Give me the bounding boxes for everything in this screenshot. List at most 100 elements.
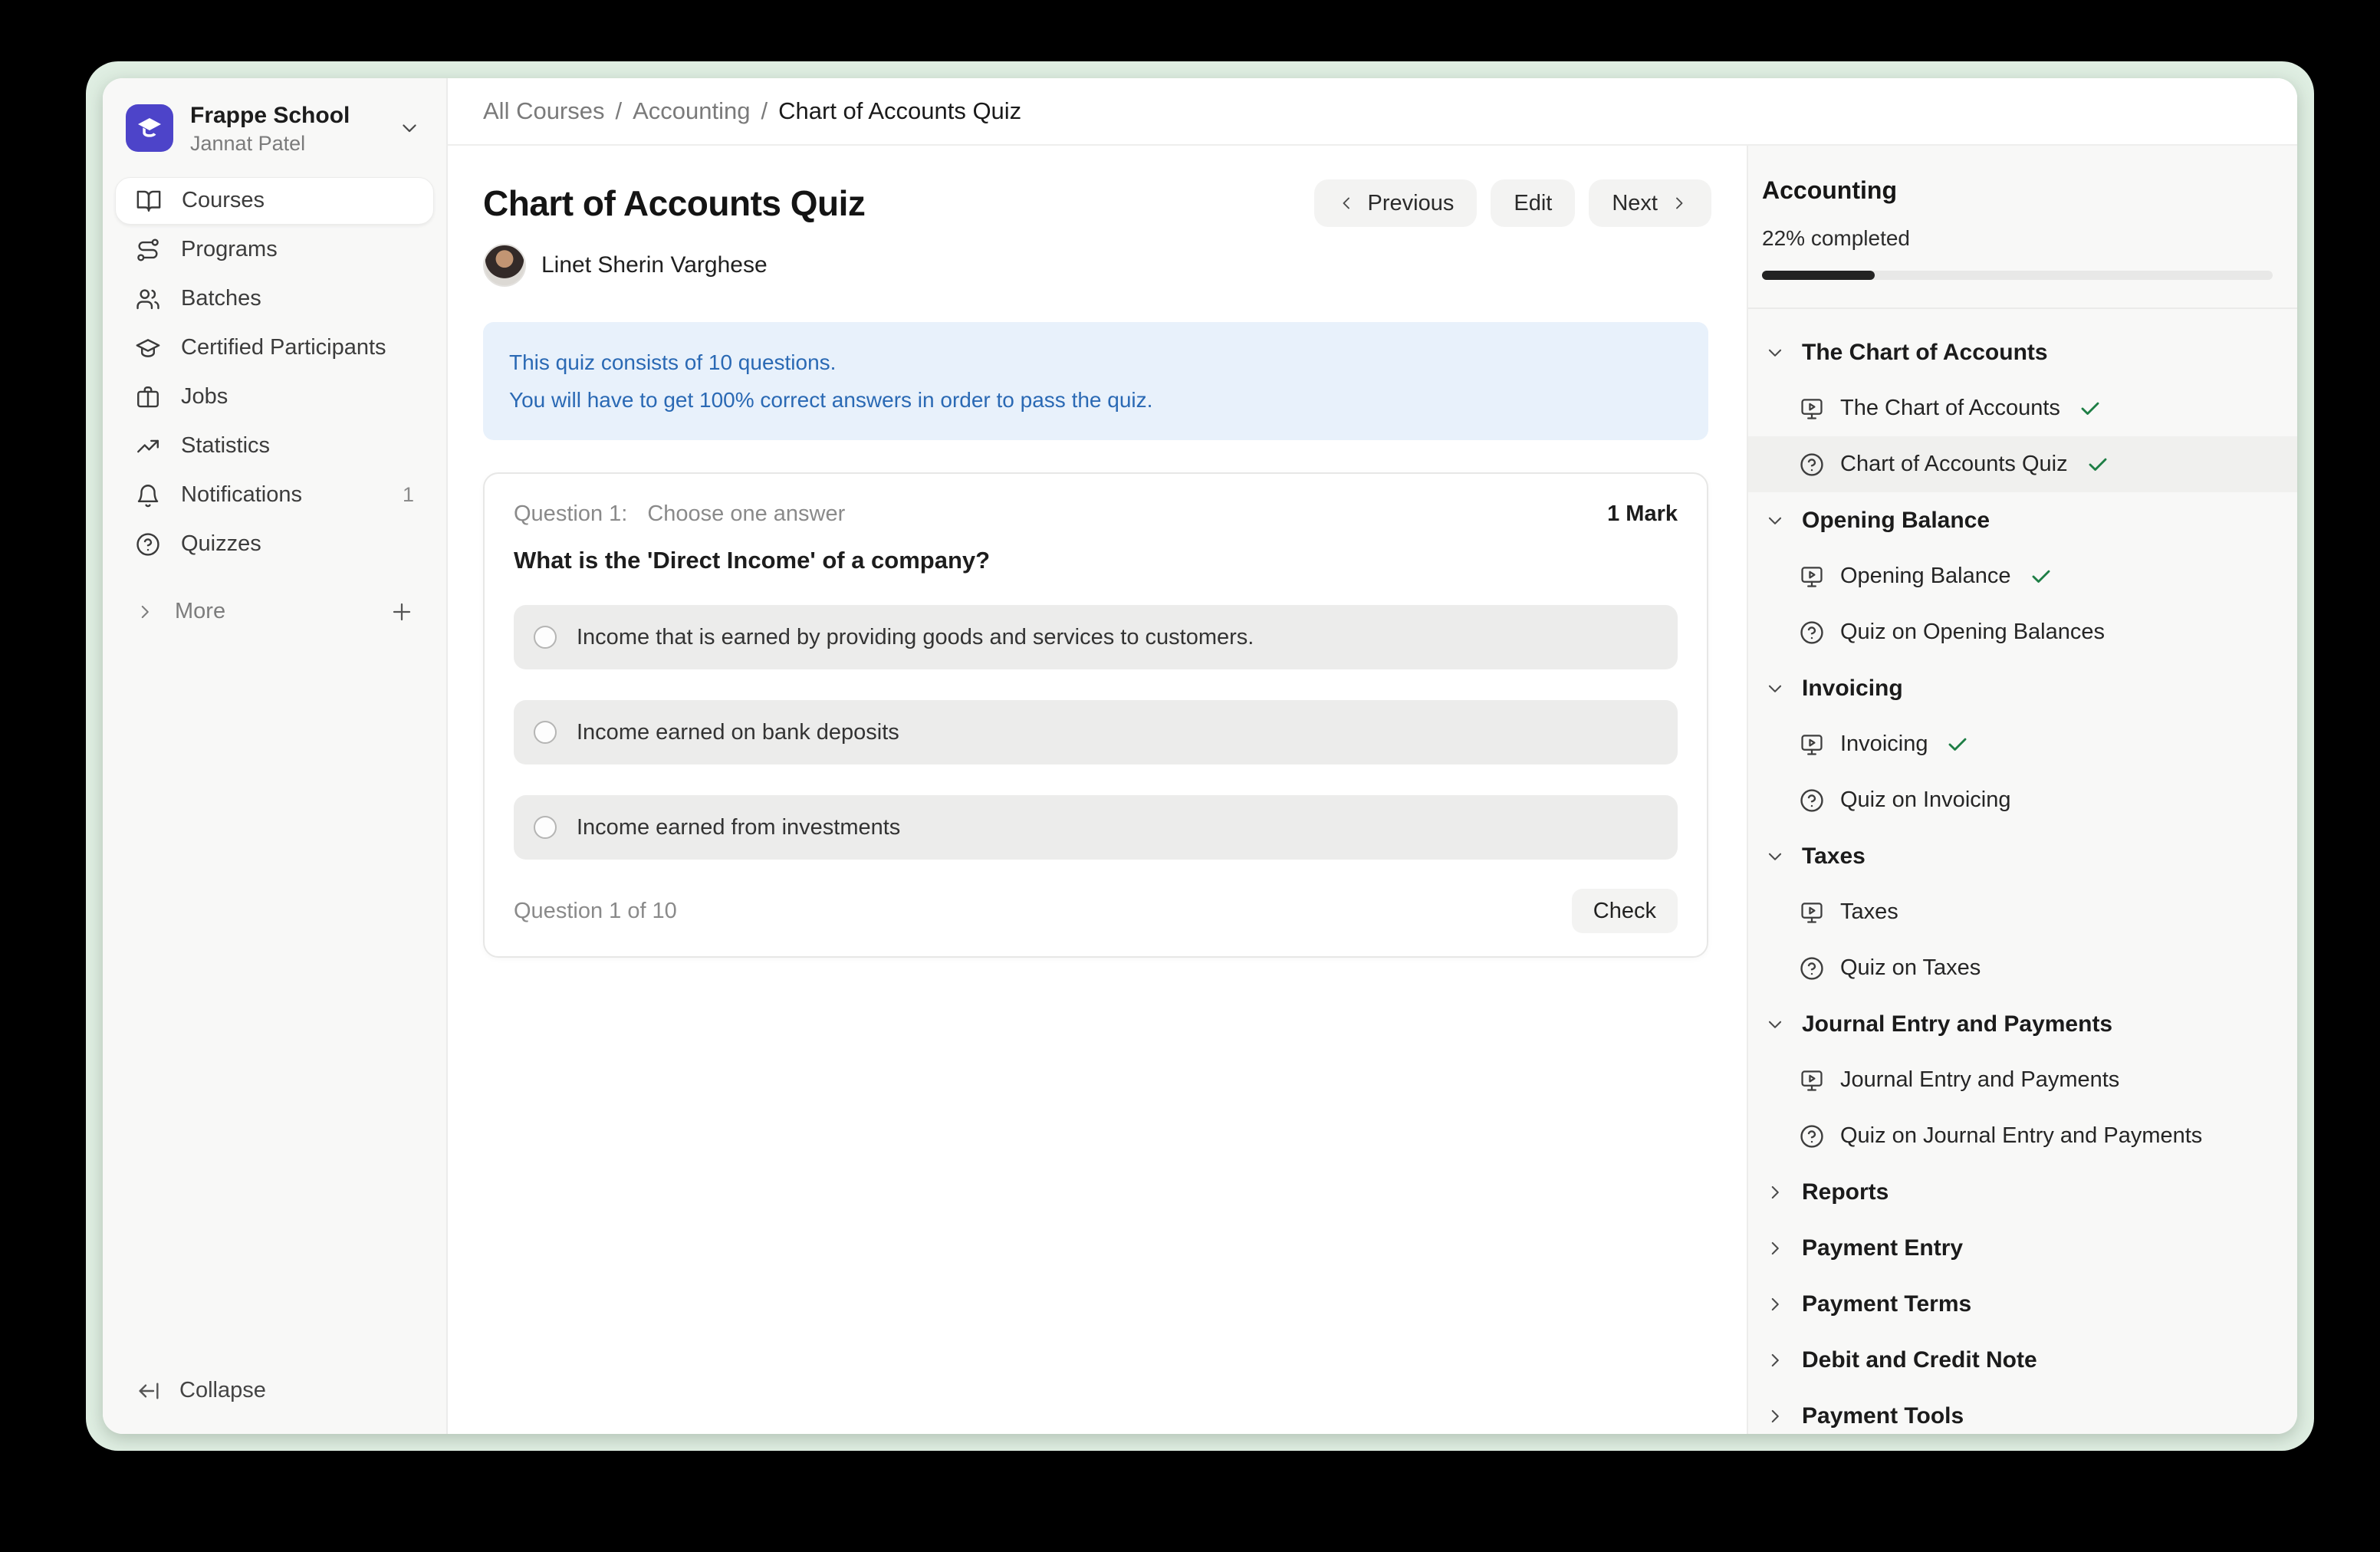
outline-item-quiz-on-taxes[interactable]: Quiz on Taxes [1748,940,2297,996]
title-row: Chart of Accounts Quiz Previous Edit Nex… [483,179,1711,227]
notice-line-1: This quiz consists of 10 questions. [509,344,1682,381]
answer-option-1[interactable]: Income that is earned by providing goods… [514,605,1678,669]
sidebar-item-label: Courses [182,188,265,213]
notification-count-badge: 1 [403,483,414,507]
quiz-question-icon [1799,955,1825,982]
page-title: Chart of Accounts Quiz [483,182,865,224]
outline-item-label: The Chart of Accounts [1840,396,2060,421]
title-actions: Previous Edit Next [1314,179,1711,227]
outline-item-quiz-on-opening-balances[interactable]: Quiz on Opening Balances [1748,604,2297,660]
sidebar-item-label: Statistics [181,433,270,459]
outline-item-chart-of-accounts-quiz[interactable]: Chart of Accounts Quiz [1748,436,2297,492]
outline-item-journal-entry-and-payments[interactable]: Journal Entry and Payments [1748,1052,2297,1108]
author-avatar [483,244,526,287]
outline-item-label: Journal Entry and Payments [1840,1067,2119,1093]
lesson-monitor-play-icon [1799,396,1825,422]
check-icon [2079,397,2102,420]
radio-icon[interactable] [534,626,557,649]
question-mark: 1 Mark [1607,501,1678,527]
workspace-meta: Frappe School Jannat Patel [190,101,382,156]
chevron-right-icon [1765,1350,1785,1370]
outline-section-taxes[interactable]: Taxes [1748,828,2297,884]
sidebar-item-more[interactable]: More [115,588,434,636]
outline-item-quiz-on-journal-entry-and-payments[interactable]: Quiz on Journal Entry and Payments [1748,1108,2297,1164]
sidebar-nav: Courses Programs Batches Certified Parti… [103,176,446,637]
radio-icon[interactable] [534,721,557,744]
plus-icon[interactable] [390,600,414,624]
outline-item-label: Taxes [1840,899,1898,925]
outline-section-journal-entry-and-payments[interactable]: Journal Entry and Payments [1748,996,2297,1052]
outline-item-label: Invoicing [1840,732,1928,757]
radio-icon[interactable] [534,816,557,839]
chevron-right-icon [1765,1294,1785,1314]
quiz-notice: This quiz consists of 10 questions. You … [483,322,1708,440]
sidebar-item-label: Notifications [181,482,302,508]
book-open-icon [136,188,162,214]
sidebar-item-label: Batches [181,286,261,311]
outline-item-quiz-on-invoicing[interactable]: Quiz on Invoicing [1748,772,2297,828]
outline-item-opening-balance[interactable]: Opening Balance [1748,548,2297,604]
outline-section-opening-balance[interactable]: Opening Balance [1748,492,2297,548]
outline-item-label: Opening Balance [1840,564,2011,589]
sidebar-item-quizzes[interactable]: Quizzes [115,521,434,568]
question-text: What is the 'Direct Income' of a company… [514,547,1678,574]
sidebar-item-statistics[interactable]: Statistics [115,423,434,470]
quiz-question-icon [1799,620,1825,646]
sidebar-item-programs[interactable]: Programs [115,226,434,274]
graduation-cap-icon [135,335,161,361]
workspace-switcher[interactable]: Frappe School Jannat Patel [103,78,446,176]
breadcrumb-separator: / [616,97,623,125]
answer-option-label: Income earned on bank deposits [577,720,899,745]
answer-option-label: Income earned from investments [577,815,900,840]
quiz-question-icon [1799,788,1825,814]
next-button[interactable]: Next [1589,179,1711,227]
sidebar-item-notifications[interactable]: Notifications 1 [115,472,434,519]
outline-section-invoicing[interactable]: Invoicing [1748,660,2297,716]
check-button[interactable]: Check [1572,889,1678,933]
course-outline-header: Accounting 22% completed [1748,146,2297,280]
sidebar-item-courses[interactable]: Courses [115,177,434,225]
previous-button[interactable]: Previous [1314,179,1478,227]
sidebar-item-label: Jobs [181,384,228,409]
desktop-window-frame: Frappe School Jannat Patel Courses Progr… [86,61,2314,1451]
outline-section-payment-entry[interactable]: Payment Entry [1748,1220,2297,1276]
outline-item-invoicing[interactable]: Invoicing [1748,716,2297,772]
outline-section-debit-and-credit-note[interactable]: Debit and Credit Note [1748,1332,2297,1388]
topbar: All Courses / Accounting / Chart of Acco… [448,78,2297,146]
progress-fill [1762,271,1875,280]
chevron-down-icon[interactable] [399,117,420,139]
sidebar-item-batches[interactable]: Batches [115,275,434,323]
breadcrumb-current: Chart of Accounts Quiz [778,97,1021,125]
workspace-title: Frappe School [190,101,382,130]
outline-section-label: Reports [1802,1179,1889,1205]
outline-item-the-chart-of-accounts[interactable]: The Chart of Accounts [1748,380,2297,436]
outline-section-label: Payment Entry [1802,1235,1963,1261]
chevron-down-icon [1765,679,1785,699]
sidebar-item-jobs[interactable]: Jobs [115,373,434,421]
collapse-label: Collapse [179,1378,266,1403]
collapse-sidebar-button[interactable]: Collapse [103,1378,446,1434]
edit-button[interactable]: Edit [1491,179,1575,227]
lesson-monitor-play-icon [1799,1067,1825,1093]
sidebar-more-label: More [175,599,225,624]
frappe-school-logo [126,104,173,152]
outline-section-chart-of-accounts[interactable]: The Chart of Accounts [1748,324,2297,380]
answer-option-2[interactable]: Income earned on bank deposits [514,700,1678,764]
chevron-down-icon [1765,511,1785,531]
outline-section-payment-terms[interactable]: Payment Terms [1748,1276,2297,1332]
breadcrumb-all-courses[interactable]: All Courses [483,97,605,125]
users-icon [135,286,161,312]
outline-section-label: Debit and Credit Note [1802,1347,2037,1373]
quiz-question-icon [1799,452,1825,478]
app-window: Frappe School Jannat Patel Courses Progr… [103,78,2297,1434]
sidebar-item-certified-participants[interactable]: Certified Participants [115,324,434,372]
breadcrumb-accounting[interactable]: Accounting [633,97,750,125]
briefcase-icon [135,384,161,410]
outline-section-label: Payment Tools [1802,1403,1964,1429]
answer-option-3[interactable]: Income earned from investments [514,795,1678,860]
outline-item-taxes[interactable]: Taxes [1748,884,2297,940]
question-instruction: Choose one answer [647,501,845,527]
outline-section-payment-tools[interactable]: Payment Tools [1748,1388,2297,1434]
sidebar-item-label: Programs [181,237,278,262]
outline-section-reports[interactable]: Reports [1748,1164,2297,1220]
